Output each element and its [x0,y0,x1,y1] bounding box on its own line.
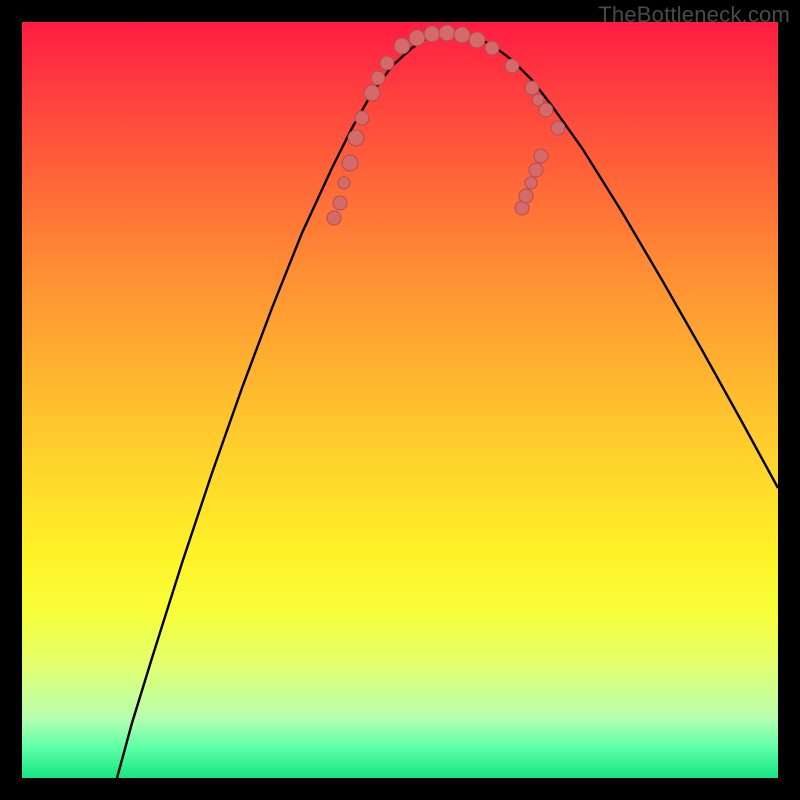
data-marker [342,155,358,171]
data-marker [424,26,440,42]
data-marker [534,149,548,163]
data-marker [439,25,455,41]
data-marker [409,30,425,46]
data-marker [469,32,485,48]
data-marker [394,38,410,54]
data-marker [338,177,350,189]
data-marker [364,85,380,101]
data-marker [519,189,533,203]
data-marker [505,59,519,73]
chart-plot-area [22,22,778,778]
data-marker [371,71,385,85]
data-marker [525,177,537,189]
data-marker [485,41,499,55]
data-marker [529,163,543,177]
data-marker [348,130,364,146]
chart-svg [22,22,778,778]
data-marker [327,211,341,225]
data-marker [551,121,565,135]
data-marker [333,196,347,210]
data-marker [454,27,470,43]
data-marker [355,111,369,125]
watermark-text: TheBottleneck.com [598,2,790,28]
data-marker [380,56,394,70]
bottleneck-curve [117,33,778,778]
data-marker [539,103,553,117]
data-marker [525,81,539,95]
marker-layer [327,25,565,225]
